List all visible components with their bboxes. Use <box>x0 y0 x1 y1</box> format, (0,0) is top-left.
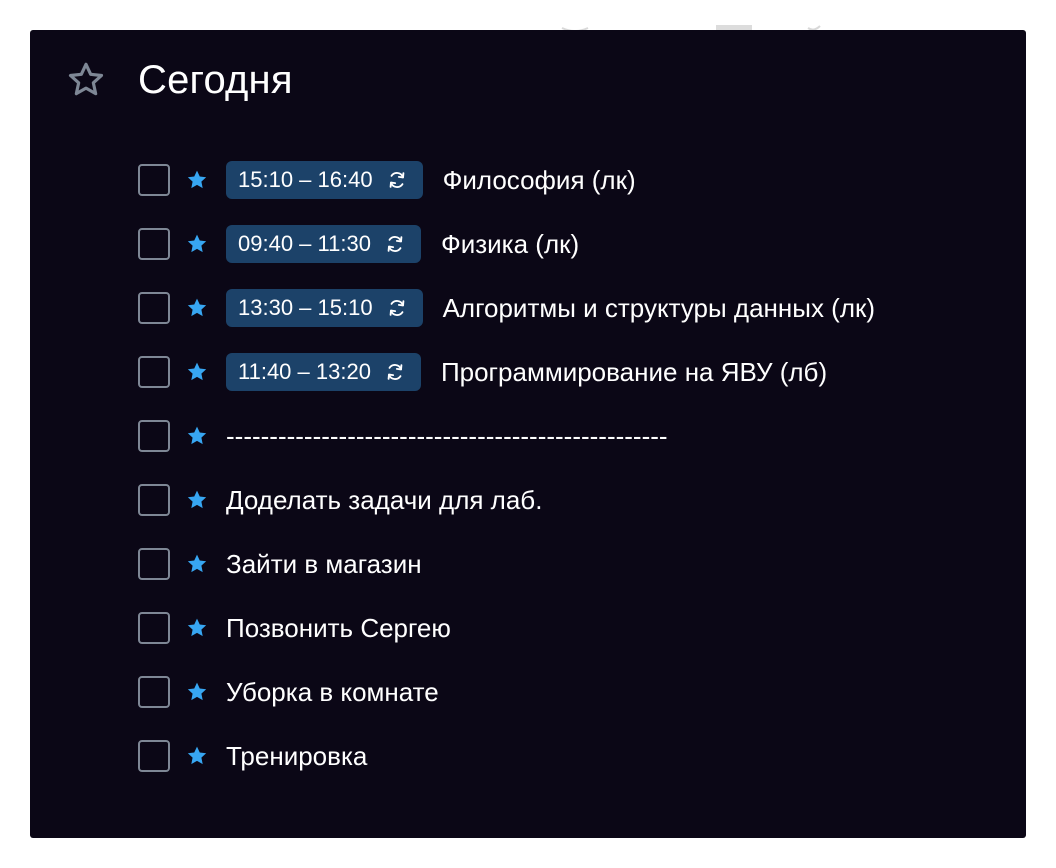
task-row[interactable]: Тренировка <box>138 724 875 788</box>
task-row[interactable]: Уборка в комнате <box>138 660 875 724</box>
time-badge[interactable]: 09:40 – 11:30 <box>226 225 421 263</box>
background-window-decoration <box>561 25 821 32</box>
star-icon[interactable] <box>186 681 208 703</box>
task-checkbox[interactable] <box>138 676 170 708</box>
task-title[interactable]: Зайти в магазин <box>226 549 422 580</box>
task-checkbox[interactable] <box>138 164 170 196</box>
star-icon[interactable] <box>186 745 208 767</box>
task-row[interactable]: 15:10 – 16:40 Философия (лк) <box>138 148 875 212</box>
time-badge[interactable]: 13:30 – 15:10 <box>226 289 423 327</box>
task-title[interactable]: Физика (лк) <box>441 229 579 260</box>
star-icon[interactable] <box>186 233 208 255</box>
task-checkbox[interactable] <box>138 612 170 644</box>
task-title[interactable]: Алгоритмы и структуры данных (лк) <box>443 293 875 324</box>
task-row[interactable]: 13:30 – 15:10 Алгоритмы и структуры данны… <box>138 276 875 340</box>
task-checkbox[interactable] <box>138 740 170 772</box>
task-checkbox[interactable] <box>138 484 170 516</box>
task-title[interactable]: Уборка в комнате <box>226 677 439 708</box>
task-row[interactable]: ----------------------------------------… <box>138 404 875 468</box>
star-icon[interactable] <box>186 297 208 319</box>
today-panel: Сегодня 15:10 – 16:40 Философия (лк) 09:40… <box>30 30 1026 838</box>
task-checkbox[interactable] <box>138 292 170 324</box>
task-row[interactable]: Зайти в магазин <box>138 532 875 596</box>
page-title: Сегодня <box>138 57 293 102</box>
star-icon[interactable] <box>186 425 208 447</box>
time-range: 15:10 – 16:40 <box>238 167 373 192</box>
task-checkbox[interactable] <box>138 228 170 260</box>
task-row[interactable]: 11:40 – 13:20 Программирование на ЯВУ (лб… <box>138 340 875 404</box>
background-window-edge <box>0 0 1056 32</box>
repeat-icon <box>385 168 409 192</box>
star-icon[interactable] <box>186 361 208 383</box>
time-range: 09:40 – 11:30 <box>238 231 371 256</box>
task-checkbox[interactable] <box>138 548 170 580</box>
star-outline-icon[interactable] <box>64 58 108 102</box>
task-title[interactable]: ----------------------------------------… <box>226 421 668 452</box>
task-title[interactable]: Позвонить Сергею <box>226 613 451 644</box>
repeat-icon <box>385 296 409 320</box>
panel-header: Сегодня <box>64 52 293 108</box>
task-title[interactable]: Тренировка <box>226 741 367 772</box>
task-row[interactable]: Позвонить Сергею <box>138 596 875 660</box>
task-row[interactable]: Доделать задачи для лаб. <box>138 468 875 532</box>
time-badge[interactable]: 15:10 – 16:40 <box>226 161 423 199</box>
task-title[interactable]: Философия (лк) <box>443 165 636 196</box>
time-range: 13:30 – 15:10 <box>238 295 373 320</box>
task-title[interactable]: Доделать задачи для лаб. <box>226 485 542 516</box>
task-list: 15:10 – 16:40 Философия (лк) 09:40 – 11:30… <box>138 148 875 788</box>
star-icon[interactable] <box>186 617 208 639</box>
time-range: 11:40 – 13:20 <box>238 359 371 384</box>
star-icon[interactable] <box>186 553 208 575</box>
task-row[interactable]: 09:40 – 11:30 Физика (лк) <box>138 212 875 276</box>
task-checkbox[interactable] <box>138 356 170 388</box>
star-icon[interactable] <box>186 489 208 511</box>
repeat-icon <box>383 360 407 384</box>
star-icon[interactable] <box>186 169 208 191</box>
repeat-icon <box>383 232 407 256</box>
time-badge[interactable]: 11:40 – 13:20 <box>226 353 421 391</box>
task-checkbox[interactable] <box>138 420 170 452</box>
task-title[interactable]: Программирование на ЯВУ (лб) <box>441 357 827 388</box>
